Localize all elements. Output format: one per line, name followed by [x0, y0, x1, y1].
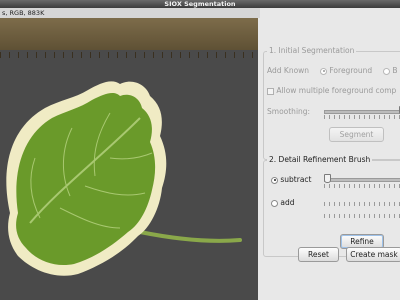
initial-segmentation-title: 1. Initial Segmentation [267, 46, 357, 55]
foreground-radio-icon [320, 67, 327, 75]
background-radio[interactable]: B [383, 66, 398, 75]
add-radio-icon [271, 199, 278, 207]
image-info: s, RGB, 883K [0, 8, 260, 18]
add-slider-ticks [324, 202, 400, 206]
subtract-label: subtract [280, 175, 312, 184]
checkbox-box [267, 87, 274, 95]
leaf-stem [138, 230, 242, 243]
leaf-image [6, 81, 242, 276]
subtract-radio-icon [271, 176, 278, 184]
refinement-group: 2. Detail Refinement Brush subtract add … [263, 155, 400, 257]
allow-multiple-label: Allow multiple foreground comp [276, 86, 397, 95]
brush-slider-thumb[interactable] [324, 174, 331, 183]
add-known-label: Add Known [267, 66, 310, 75]
foreground-radio[interactable]: Foreground [320, 66, 372, 75]
foreground-label: Foreground [329, 66, 373, 75]
control-panel: 1. Initial Segmentation Add Known Foregr… [258, 18, 400, 300]
refinement-title: 2. Detail Refinement Brush [267, 155, 373, 164]
window-title: SIOX Segmentation [0, 0, 400, 8]
brush-slider-track[interactable] [324, 178, 400, 182]
allow-multiple-checkbox[interactable]: Allow multiple foreground comp [267, 86, 396, 95]
add-radio[interactable]: add [271, 198, 295, 207]
segment-button[interactable]: Segment [329, 127, 384, 142]
subtract-radio[interactable]: subtract [271, 175, 312, 184]
add-label: add [280, 198, 295, 207]
create-mask-button[interactable]: Create mask [346, 247, 400, 262]
brush-slider-ticks [324, 184, 400, 188]
smoothing-slider-ticks [324, 115, 400, 119]
background-label: B [392, 66, 398, 75]
reset-button[interactable]: Reset [298, 247, 339, 262]
initial-segmentation-group: 1. Initial Segmentation Add Known Foregr… [263, 46, 400, 160]
smoothing-label: Smoothing: [267, 107, 311, 116]
add-slider-ticks-lower [324, 214, 400, 218]
image-canvas[interactable] [0, 18, 258, 300]
smoothing-slider-track[interactable] [324, 110, 400, 114]
background-radio-icon [383, 67, 390, 75]
